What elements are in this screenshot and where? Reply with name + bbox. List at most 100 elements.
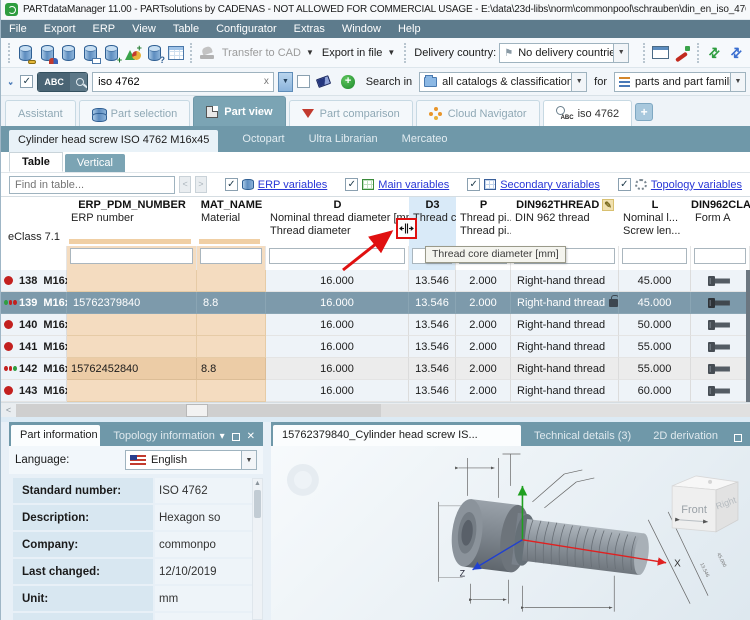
filter-input-mat[interactable] [200, 248, 262, 264]
toolbar-grip[interactable] [8, 43, 11, 63]
language-select[interactable]: English ▼ [125, 450, 257, 470]
menu-extras[interactable]: Extras [294, 23, 325, 35]
column-header-din962thread[interactable]: DIN962THREAD✎ DIN 962 thread [511, 197, 619, 246]
topology-variables-link[interactable]: Topology variables [651, 179, 742, 191]
export-in-file-button[interactable]: Export in file [322, 47, 383, 59]
column-header-din962class[interactable]: DIN962CLASForm A [691, 197, 750, 246]
menu-file[interactable]: File [9, 23, 27, 35]
path-link[interactable]: E:\data\23d- [155, 613, 252, 620]
main-variables-checkbox[interactable]: ✓ [345, 178, 358, 191]
menu-configurator[interactable]: Configurator [216, 23, 277, 35]
eraser-icon[interactable] [316, 75, 332, 88]
filter-input-erp[interactable] [70, 248, 193, 264]
delivery-dropdown-arrow-icon[interactable]: ▼ [613, 44, 628, 62]
tab-mercateo[interactable]: Mercateo [402, 133, 448, 145]
search-icon[interactable] [70, 73, 88, 91]
tab-part-comparison[interactable]: Part comparison [289, 100, 413, 126]
erp-variables-checkbox[interactable]: ✓ [225, 178, 238, 191]
find-prev-button[interactable]: < [179, 176, 191, 193]
tab-part-view[interactable]: Part view [193, 96, 285, 126]
tab-ultra-librarian[interactable]: Ultra Librarian [309, 133, 378, 145]
menu-help[interactable]: Help [398, 23, 421, 35]
erp-variables-link[interactable]: ERP variables [258, 179, 328, 191]
menu-erp[interactable]: ERP [93, 23, 116, 35]
clear-search-icon[interactable]: x [260, 76, 273, 87]
hscroll-thumb[interactable] [186, 404, 208, 417]
filter-input-l[interactable] [622, 248, 687, 264]
tab-3d-model[interactable]: 15762379840_Cylinder head screw IS... [273, 425, 521, 446]
part-info-scrollbar[interactable]: ▲ [252, 478, 263, 620]
main-variables-link[interactable]: Main variables [378, 179, 449, 191]
secondary-variables-checkbox[interactable]: ✓ [467, 178, 480, 191]
search-scope-select[interactable]: all catalogs & classifications ▼ [419, 72, 587, 92]
search-input[interactable] [93, 76, 260, 88]
toolbar-grip[interactable] [190, 43, 193, 63]
table-vertical-scrollbar[interactable] [746, 270, 750, 402]
tab-part-information[interactable]: Part information [11, 425, 100, 446]
transfer-to-cad-button[interactable]: Transfer to CAD [222, 47, 301, 59]
hotline-icon[interactable] [672, 42, 693, 64]
table-row-selected[interactable]: 139M16x45 15762379840 8.8 16.000 13.546 … [1, 292, 750, 314]
panel-maximize-icon[interactable] [232, 433, 240, 441]
text-search-toggle[interactable]: ABC [37, 72, 88, 92]
filter-input-class[interactable] [694, 248, 746, 264]
edit-pencil-icon[interactable]: ✎ [602, 199, 614, 211]
column-header-erp-pdm-number[interactable]: ERP_PDM_NUMBERERP number [67, 197, 197, 246]
toolbar-grip[interactable] [643, 43, 646, 63]
table-view-icon[interactable] [165, 42, 186, 64]
toolbar-grip[interactable] [404, 43, 407, 63]
database-icon[interactable] [58, 42, 79, 64]
database-users-icon[interactable] [36, 42, 57, 64]
database-key-icon[interactable] [15, 42, 36, 64]
column-header-l[interactable]: LNominal l...Screw len... [619, 197, 691, 246]
database-question-icon[interactable]: ? [144, 42, 165, 64]
column-header-p[interactable]: PThread pi...Thread pi... [456, 197, 511, 246]
table-row[interactable]: 141M16x55 16.000 13.546 2.000 Right-hand… [1, 336, 750, 358]
column-header-mat-name[interactable]: MAT_NAMEMaterial [197, 197, 266, 246]
tab-octopart[interactable]: Octopart [242, 133, 284, 145]
filter-checkbox[interactable] [297, 75, 310, 88]
3d-viewport[interactable]: X Z 13.546 45.000 Front Right [271, 446, 750, 620]
result-type-select[interactable]: parts and part familie ▼ [614, 72, 746, 92]
table-row[interactable]: 143M16x60 16.000 13.546 2.000 Right-hand… [1, 380, 750, 402]
find-in-table-input[interactable] [9, 176, 175, 194]
tab-current-part[interactable]: Cylinder head screw ISO 4762 M16x45 [9, 130, 218, 152]
chart-add-icon[interactable]: + [122, 42, 143, 64]
abc-button[interactable]: ABC [38, 73, 70, 91]
panel-layout-icon[interactable] [650, 42, 671, 64]
database-add-icon[interactable]: + [101, 42, 122, 64]
find-next-button[interactable]: > [195, 176, 207, 193]
swap-arrows-icon[interactable]: ⇄ [704, 42, 725, 64]
table-horizontal-scrollbar[interactable]: < [1, 402, 750, 417]
export-dropdown-arrow-icon[interactable]: ▼ [387, 48, 395, 57]
language-dropdown-arrow-icon[interactable]: ▼ [241, 451, 256, 469]
menu-table[interactable]: Table [173, 23, 199, 35]
table-row[interactable]: 142M16x55 15762452840 8.8 16.000 13.546 … [1, 358, 750, 380]
add-tab-button[interactable]: + [635, 103, 653, 121]
tab-topology-information[interactable]: Topology information [104, 426, 215, 446]
table-row[interactable]: 140M16x50 16.000 13.546 2.000 Right-hand… [1, 314, 750, 336]
tab-table-view[interactable]: Table [9, 152, 63, 172]
start-search-icon[interactable]: + [341, 75, 354, 89]
topology-variables-checkbox[interactable]: ✓ [618, 178, 631, 191]
orientation-cube[interactable]: Front Right [672, 476, 738, 532]
result-type-dropdown-arrow-icon[interactable]: ▼ [730, 73, 745, 91]
toolbar-grip[interactable] [697, 43, 700, 63]
menu-view[interactable]: View [132, 23, 156, 35]
tab-technical-details[interactable]: Technical details (3) [525, 426, 640, 446]
swap-arrows2-icon[interactable]: ⇄ [725, 42, 746, 64]
panel-close-icon[interactable]: ✕ [247, 431, 255, 442]
search-history-dropdown-icon[interactable]: ▼ [278, 72, 293, 92]
database-mail-icon[interactable] [79, 42, 100, 64]
panel-menu-icon[interactable]: ▾ [220, 431, 225, 442]
tab-search-result[interactable]: ABCiso 4762 [543, 100, 633, 126]
menu-export[interactable]: Export [44, 23, 76, 35]
collapse-chevrons-icon[interactable]: ⌄⌄ [5, 79, 16, 85]
scroll-left-icon[interactable]: < [1, 404, 16, 417]
tab-2d-derivation[interactable]: 2D derivation [644, 426, 727, 446]
preview-maximize-icon[interactable] [734, 434, 742, 442]
delivery-country-select[interactable]: No delivery countries ▼ [499, 43, 629, 63]
menu-window[interactable]: Window [342, 23, 381, 35]
transfer-dropdown-arrow-icon[interactable]: ▼ [306, 48, 314, 57]
scope-dropdown-arrow-icon[interactable]: ▼ [571, 73, 586, 91]
